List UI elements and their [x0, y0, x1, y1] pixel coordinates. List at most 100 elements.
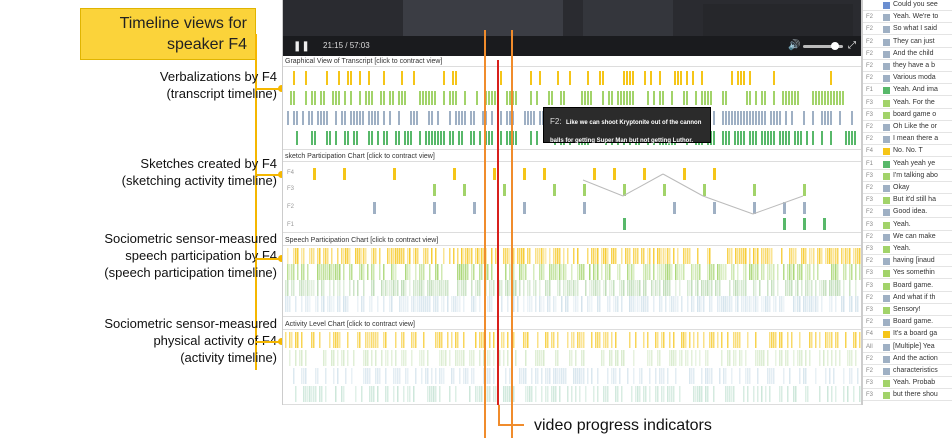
- activity-timeline[interactable]: [283, 329, 861, 405]
- pause-icon[interactable]: ❚❚: [293, 41, 310, 52]
- transcript-row[interactable]: F3 board game o: [863, 110, 952, 121]
- transcript-row[interactable]: F2 They can just: [863, 37, 952, 48]
- transcript-row[interactable]: F1 Yeah. And ima: [863, 85, 952, 97]
- utterance-mark: [737, 71, 739, 85]
- speech-mark: [795, 280, 797, 296]
- transcript-row[interactable]: F2 And the child: [863, 49, 952, 60]
- speech-mark: [831, 264, 833, 280]
- transcript-row[interactable]: F2 We can make: [863, 232, 952, 243]
- transcript-row[interactable]: F2 Board game.: [863, 317, 952, 329]
- transcript-row[interactable]: F1 Yeah yeah ye: [863, 159, 952, 170]
- transcript-row[interactable]: F3 Sensory!: [863, 305, 952, 316]
- video-player[interactable]: ❚❚ 21:15 / 57:03 🔊 ⤢: [283, 0, 861, 56]
- sketch-chart-label[interactable]: sketch Participation Chart [click to con…: [285, 153, 435, 160]
- transcript-row[interactable]: F3 Yeah.: [863, 220, 952, 231]
- utterance-mark: [416, 111, 418, 125]
- transcript-row[interactable]: F2 they have a b: [863, 61, 952, 72]
- speech-mark: [349, 264, 351, 280]
- utterance-mark: [533, 111, 535, 125]
- utterance-mark: [773, 111, 775, 125]
- activity-mark: [815, 332, 817, 348]
- transcript-row[interactable]: Could you see: [863, 0, 952, 11]
- activity-mark: [747, 368, 749, 384]
- transcript-row[interactable]: F3 Yeah.: [863, 244, 952, 255]
- transcript-row[interactable]: F2 Oh Like the or: [863, 122, 952, 133]
- transcript-row[interactable]: All [Multiple] Yea: [863, 342, 952, 353]
- transcript-list[interactable]: Could you see F2 Yeah. We're to F2 So what I…: [862, 0, 952, 405]
- transcript-row[interactable]: F3 Yeah. For the: [863, 98, 952, 109]
- transcript-row[interactable]: F2 So what I said: [863, 24, 952, 36]
- speech-timeline[interactable]: [283, 245, 861, 317]
- sketch-mark: [673, 202, 676, 214]
- speech-mark: [357, 296, 359, 312]
- speech-mark: [711, 296, 713, 312]
- speech-mark: [463, 264, 465, 280]
- transcript-row[interactable]: F3 but there shou: [863, 390, 952, 402]
- transcript-row[interactable]: F2 I mean there a: [863, 134, 952, 146]
- transcript-row[interactable]: F4 No. No. T: [863, 146, 952, 158]
- speech-mark: [783, 296, 785, 312]
- speaker-icon[interactable]: 🔊: [788, 40, 800, 51]
- activity-mark: [385, 386, 387, 402]
- speech-mark: [463, 296, 465, 312]
- activity-mark: [617, 350, 619, 366]
- utterance-mark: [401, 91, 403, 105]
- transcript-row[interactable]: F2 Various moda: [863, 73, 952, 85]
- speech-mark: [563, 280, 565, 296]
- transcript-row[interactable]: F2 And what if th: [863, 293, 952, 304]
- activity-mark: [459, 350, 461, 366]
- activity-mark: [427, 368, 429, 384]
- transcript-row[interactable]: F2 having [inaud: [863, 256, 952, 268]
- transcript-row[interactable]: F3 But it'd still ha: [863, 195, 952, 207]
- activity-mark: [615, 386, 617, 402]
- video-frame[interactable]: [283, 0, 861, 36]
- utterance-mark: [539, 71, 541, 85]
- transcript-row[interactable]: F3 Yeah. Probab: [863, 378, 952, 390]
- transcript-row[interactable]: F3 Yes somethin: [863, 268, 952, 280]
- activity-mark: [359, 332, 361, 348]
- activity-mark: [461, 350, 463, 366]
- utterance-mark: [680, 71, 682, 85]
- speech-mark: [409, 248, 411, 264]
- speech-mark: [371, 296, 373, 312]
- activity-mark: [341, 386, 343, 402]
- speech-mark: [443, 280, 445, 296]
- activity-mark: [423, 332, 425, 348]
- speech-mark: [471, 280, 473, 296]
- transcript-row[interactable]: F2 Good idea.: [863, 207, 952, 219]
- transcript-chart-label[interactable]: Graphical View of Transcript [click to c…: [285, 58, 442, 65]
- transcript-speaker: F3: [866, 197, 874, 204]
- volume-knob[interactable]: [831, 42, 839, 50]
- speaker-swatch: [883, 282, 890, 290]
- annotation-connector: [255, 174, 279, 176]
- utterance-mark: [701, 91, 703, 105]
- activity-mark: [815, 368, 817, 384]
- speech-mark: [751, 264, 753, 280]
- speech-chart-label[interactable]: Speech Participation Chart [click to con…: [285, 237, 438, 244]
- transcript-row[interactable]: F4 It's a board ga: [863, 329, 952, 341]
- utterance-mark: [650, 71, 652, 85]
- transcript-row[interactable]: F2 characteristics: [863, 366, 952, 377]
- activity-mark: [669, 332, 671, 348]
- transcript-row[interactable]: F3 Board game.: [863, 281, 952, 292]
- transcript-row[interactable]: F2 Yeah. We're to: [863, 12, 952, 24]
- activity-mark: [455, 332, 457, 348]
- transcript-row[interactable]: F2 Okay: [863, 183, 952, 194]
- speech-mark: [593, 264, 595, 280]
- transcript-row[interactable]: F2 And the action: [863, 354, 952, 365]
- utterance-mark: [755, 91, 757, 105]
- activity-chart-label[interactable]: Activity Level Chart [click to contract …: [285, 321, 415, 328]
- transcript-speaker: F2: [866, 233, 874, 240]
- video-progress-marker[interactable]: [497, 60, 499, 405]
- activity-mark: [591, 332, 593, 348]
- utterance-mark: [335, 131, 337, 145]
- activity-mark: [309, 386, 311, 402]
- activity-mark: [305, 368, 307, 384]
- activity-mark: [325, 368, 327, 384]
- activity-mark: [843, 368, 845, 384]
- activity-mark: [405, 368, 407, 384]
- sketch-timeline[interactable]: F4 F3 F2 F1: [283, 161, 861, 233]
- transcript-row[interactable]: F3 I'm talking abo: [863, 171, 952, 182]
- expand-icon[interactable]: ⤢: [848, 40, 856, 51]
- speech-mark: [611, 280, 613, 296]
